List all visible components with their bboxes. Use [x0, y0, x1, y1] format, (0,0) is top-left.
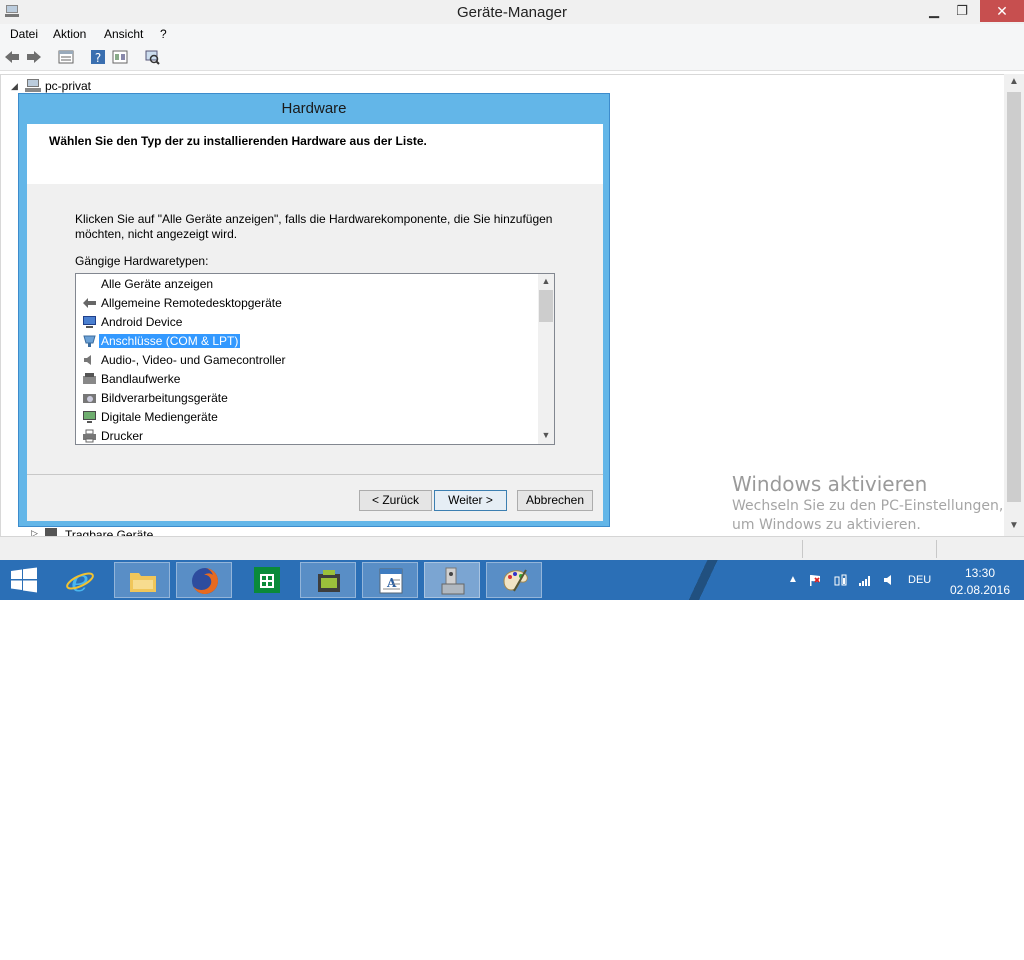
- minimize-button[interactable]: ▁: [920, 0, 948, 22]
- list-item[interactable]: Allgemeine Remotedesktopgeräte: [80, 294, 540, 313]
- device-manager-icon: [441, 567, 465, 595]
- help-icon[interactable]: ?: [90, 49, 106, 65]
- menu-aktion[interactable]: Aktion: [53, 27, 86, 41]
- taskbar: e A ▲: [0, 560, 1024, 600]
- scroll-down-icon[interactable]: ▼: [1004, 520, 1024, 531]
- scan-hardware-icon[interactable]: [144, 49, 160, 65]
- computer-icon: [25, 79, 41, 92]
- dialog-header-text: Wählen Sie den Typ der zu installierende…: [49, 134, 427, 148]
- file-explorer-icon: [130, 573, 156, 592]
- forward-arrow-icon[interactable]: [26, 49, 42, 65]
- window-title: Geräte-Manager: [456, 4, 568, 21]
- hardware-dialog: Hardware Wählen Sie den Typ der zu insta…: [18, 93, 610, 527]
- volume-icon[interactable]: [882, 574, 896, 586]
- taskbar-device-manager-button[interactable]: [424, 562, 480, 598]
- taskbar-firefox-button[interactable]: [176, 562, 232, 598]
- svg-text:e: e: [71, 564, 89, 596]
- firefox-icon: [192, 568, 218, 594]
- list-item[interactable]: Digitale Mediengeräte: [80, 408, 540, 427]
- clock-time[interactable]: 13:30: [940, 566, 1020, 580]
- list-item[interactable]: Alle Geräte anzeigen: [80, 275, 540, 294]
- remote-desktop-icon: [83, 298, 96, 308]
- list-item[interactable]: Drucker: [80, 427, 540, 446]
- media-device-icon: [83, 411, 96, 423]
- speaker-icon: [84, 355, 91, 365]
- network-signal-icon[interactable]: [858, 574, 872, 586]
- back-arrow-icon[interactable]: [4, 49, 20, 65]
- list-item[interactable]: Bildverarbeitungsgeräte: [80, 389, 540, 408]
- list-item[interactable]: Android Device: [80, 313, 540, 332]
- android-device-icon: [83, 316, 96, 328]
- show-hidden-icons-icon[interactable]: ▲: [788, 574, 798, 585]
- taskbar-paint-button[interactable]: [486, 562, 542, 598]
- close-button[interactable]: ✕: [980, 0, 1024, 22]
- menu-ansicht[interactable]: Ansicht: [104, 27, 143, 41]
- status-bar: [0, 536, 1024, 561]
- tree-expand-arrow-icon[interactable]: ◢: [11, 81, 18, 92]
- menu-help[interactable]: ?: [160, 27, 167, 41]
- view-icon[interactable]: [112, 49, 128, 65]
- tree-scrollbar[interactable]: ▲ ▼: [1004, 74, 1024, 536]
- list-item-selected[interactable]: Anschlüsse (COM & LPT): [80, 332, 540, 351]
- port-icon: [83, 335, 96, 347]
- dialog-footer: < Zurück Weiter > Abbrechen: [27, 474, 603, 521]
- tape-drive-icon: [83, 373, 96, 384]
- scroll-up-icon[interactable]: ▲: [1004, 76, 1024, 87]
- instruction-line-1: Klicken Sie auf "Alle Geräte anzeigen", …: [75, 212, 553, 226]
- battery-power-icon[interactable]: [834, 574, 848, 586]
- wordpad-icon: A: [379, 568, 403, 594]
- store-icon[interactable]: [253, 566, 281, 594]
- instruction-line-2: möchten, nicht angezeigt wird.: [75, 227, 238, 241]
- list-scrollbar[interactable]: ▲ ▼: [538, 274, 554, 444]
- tree-root-label[interactable]: pc-privat: [45, 79, 91, 93]
- activation-watermark-line1: Wechseln Sie zu den PC-Einstellungen,: [732, 498, 1004, 514]
- scroll-thumb[interactable]: [1007, 92, 1021, 502]
- internet-explorer-icon[interactable]: e: [64, 564, 96, 596]
- taskbar-wordpad-button[interactable]: A: [362, 562, 418, 598]
- list-item[interactable]: Bandlaufwerke: [80, 370, 540, 389]
- taskbar-android-button[interactable]: [300, 562, 356, 598]
- dialog-title: Hardware: [281, 100, 347, 117]
- windows-start-icon[interactable]: [10, 567, 38, 593]
- menu-datei[interactable]: Datei: [10, 27, 38, 41]
- action-center-flag-icon[interactable]: [808, 574, 822, 586]
- list-scroll-down-icon[interactable]: ▼: [538, 430, 554, 440]
- list-item[interactable]: Audio-, Video- und Gamecontroller: [80, 351, 540, 370]
- list-scroll-up-icon[interactable]: ▲: [538, 276, 554, 286]
- next-button[interactable]: Weiter >: [434, 490, 507, 511]
- hardware-type-list[interactable]: Alle Geräte anzeigen Allgemeine Remotede…: [75, 273, 555, 445]
- dialog-header: Wählen Sie den Typ der zu installierende…: [27, 124, 603, 185]
- svg-text:A: A: [386, 576, 397, 590]
- menu-bar: Datei Aktion Ansicht ?: [0, 24, 1024, 44]
- activation-watermark-line2: um Windows zu aktivieren.: [732, 517, 921, 533]
- dialog-body: Klicken Sie auf "Alle Geräte anzeigen", …: [27, 184, 603, 474]
- cancel-button[interactable]: Abbrechen: [517, 490, 593, 511]
- camera-icon: [83, 394, 96, 403]
- title-bar: Geräte-Manager ▁ ❐ ✕: [0, 0, 1024, 25]
- language-indicator[interactable]: DEU: [908, 574, 931, 586]
- hardware-types-label: Gängige Hardwaretypen:: [75, 254, 209, 268]
- toolbar: ?: [0, 44, 1024, 71]
- clock-date[interactable]: 02.08.2016: [940, 583, 1020, 597]
- paint-icon: [503, 569, 528, 592]
- svg-text:?: ?: [95, 51, 101, 65]
- dialog-instruction: Klicken Sie auf "Alle Geräte anzeigen", …: [75, 212, 575, 242]
- taskbar-explorer-button[interactable]: [114, 562, 170, 598]
- properties-icon[interactable]: [58, 49, 74, 65]
- back-button[interactable]: < Zurück: [359, 490, 432, 511]
- printer-icon: [83, 429, 96, 443]
- activation-watermark-title: Windows aktivieren: [732, 472, 928, 496]
- list-scroll-thumb[interactable]: [539, 290, 553, 322]
- restore-button[interactable]: ❐: [948, 0, 976, 22]
- android-icon: [318, 570, 340, 592]
